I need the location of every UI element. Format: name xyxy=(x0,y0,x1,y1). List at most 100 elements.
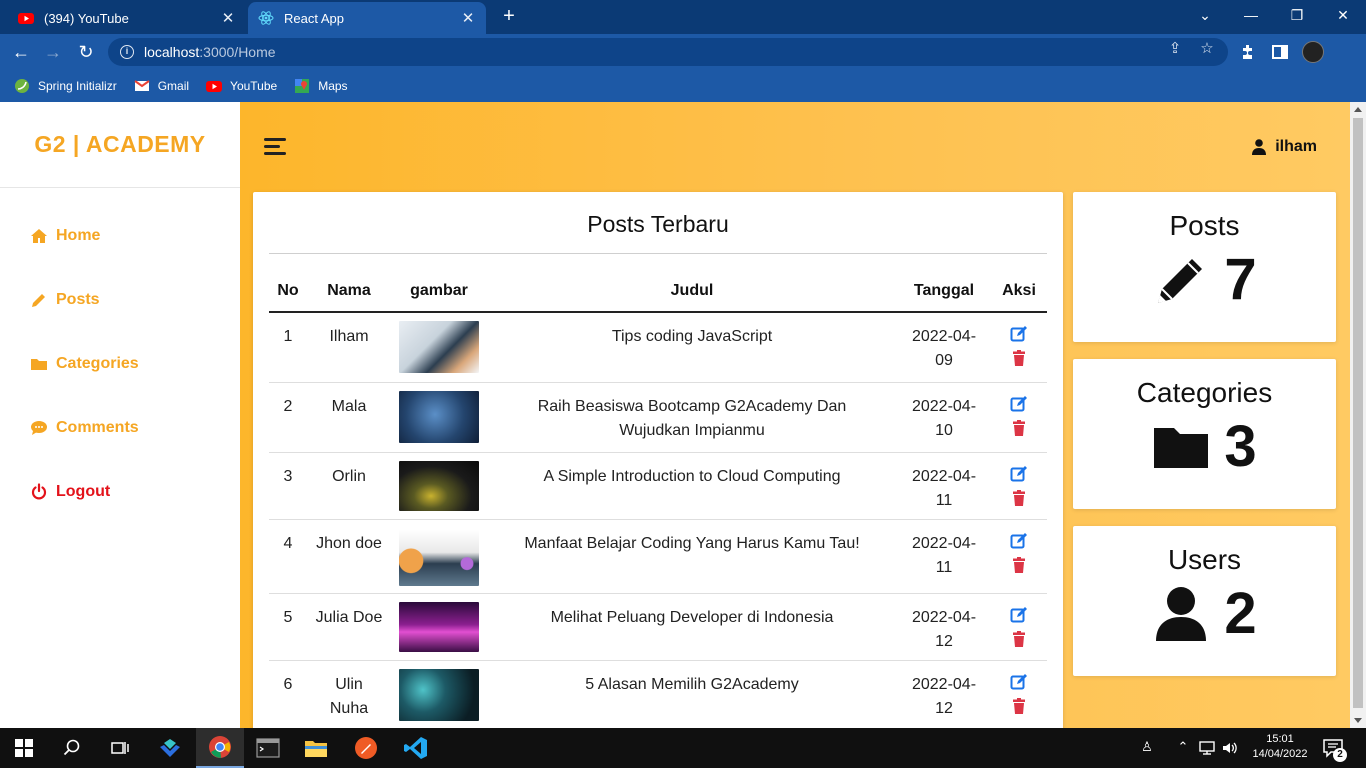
scrollbar-thumb[interactable] xyxy=(1353,118,1363,708)
system-clock[interactable]: 15:01 14/04/2022 xyxy=(1252,732,1308,762)
delete-icon[interactable] xyxy=(1010,697,1028,715)
forward-icon[interactable]: → xyxy=(42,41,64,63)
column-header: No xyxy=(269,270,307,313)
taskbar: ♙ ⌃ 15:01 14/04/2022 2 xyxy=(0,728,1366,768)
bookmark-label: Gmail xyxy=(157,79,190,93)
post-thumbnail[interactable] xyxy=(399,460,479,511)
tab-react-app[interactable]: React App ✕ xyxy=(248,2,486,34)
edit-icon[interactable] xyxy=(1010,673,1028,691)
minimize-icon[interactable]: — xyxy=(1236,4,1266,26)
sidebar-item-label: Logout xyxy=(56,483,111,500)
taskbar-file-explorer[interactable] xyxy=(292,728,340,768)
edit-icon[interactable] xyxy=(1010,606,1028,624)
delete-icon[interactable] xyxy=(1010,489,1028,507)
cell-no: 1 xyxy=(269,312,307,383)
post-thumbnail[interactable] xyxy=(399,529,479,586)
spring-icon xyxy=(15,79,29,93)
task-view-button[interactable] xyxy=(96,728,144,768)
edit-icon[interactable] xyxy=(1010,395,1028,413)
network-icon[interactable] xyxy=(1198,740,1216,756)
sidebar-item-comments[interactable]: Comments xyxy=(30,419,139,437)
user-icon xyxy=(1252,139,1267,155)
menu-toggle-icon[interactable] xyxy=(264,138,286,158)
youtube-icon xyxy=(18,13,34,24)
taskbar-app-1[interactable] xyxy=(146,728,194,768)
brand-logo[interactable]: G2 | ACADEMY xyxy=(0,102,240,188)
user-menu[interactable]: ilham xyxy=(1252,138,1317,156)
stat-value: 7 xyxy=(1224,247,1257,312)
sidebar-item-categories[interactable]: Categories xyxy=(30,355,139,373)
new-tab-button[interactable]: + xyxy=(498,5,520,27)
start-button[interactable] xyxy=(0,728,48,768)
side-panel-icon[interactable] xyxy=(1270,42,1290,62)
stat-label: Users xyxy=(1167,544,1242,575)
bookmark-star-icon[interactable]: ☆ xyxy=(1198,40,1216,58)
taskbar-chrome[interactable] xyxy=(196,728,244,768)
cell-aksi xyxy=(991,593,1047,661)
profile-avatar[interactable] xyxy=(1302,41,1324,63)
address-bar[interactable]: i localhost:3000/Home xyxy=(108,38,1228,66)
search-button[interactable] xyxy=(48,728,96,768)
close-icon[interactable]: ✕ xyxy=(220,9,236,27)
share-icon[interactable]: ⇪ xyxy=(1166,40,1184,58)
react-icon xyxy=(258,11,274,25)
chevron-up-icon[interactable]: ⌃ xyxy=(1174,739,1192,755)
url-path: :3000/Home xyxy=(199,44,276,60)
bookmark-label: Maps xyxy=(318,79,348,93)
volume-icon[interactable] xyxy=(1221,740,1239,756)
restore-icon[interactable]: ❐ xyxy=(1282,4,1312,26)
delete-icon[interactable] xyxy=(1010,556,1028,574)
cell-judul: Tips coding JavaScript xyxy=(487,312,897,383)
post-thumbnail[interactable] xyxy=(399,390,479,443)
delete-icon[interactable] xyxy=(1010,419,1028,437)
reload-icon[interactable]: ↻ xyxy=(75,41,97,63)
cell-gambar xyxy=(391,519,487,594)
sidebar-item-home[interactable]: Home xyxy=(30,227,100,245)
cell-tanggal: 2022-04-11 xyxy=(897,519,991,594)
cell-gambar xyxy=(391,452,487,520)
taskbar-vscode[interactable] xyxy=(392,728,440,768)
edit-icon[interactable] xyxy=(1010,532,1028,550)
post-thumbnail[interactable] xyxy=(399,668,479,721)
taskbar-terminal[interactable] xyxy=(244,728,292,768)
username: ilham xyxy=(1275,138,1317,155)
bookmark-youtube[interactable]: YouTube xyxy=(206,78,277,94)
stat-card-categories: Categories 3 xyxy=(1073,359,1336,509)
column-header: gambar xyxy=(391,270,487,313)
home-icon xyxy=(31,229,47,243)
extensions-icon[interactable] xyxy=(1238,42,1258,62)
bookmark-maps[interactable]: Maps xyxy=(294,78,348,94)
back-icon[interactable]: ← xyxy=(10,41,32,63)
post-thumbnail[interactable] xyxy=(399,601,479,652)
tab-search-icon[interactable]: ⌄ xyxy=(1190,4,1220,26)
bookmark-spring-initializr[interactable]: Spring Initializr xyxy=(14,78,117,94)
sidebar-item-label: Home xyxy=(56,227,101,244)
notification-count-badge: 2 xyxy=(1333,748,1347,762)
scroll-down-icon[interactable] xyxy=(1354,718,1362,723)
sidebar-item-logout[interactable]: Logout xyxy=(30,483,110,501)
cell-nama: Jhon doe xyxy=(307,519,391,594)
site-info-icon[interactable]: i xyxy=(120,45,134,59)
bookmark-gmail[interactable]: Gmail xyxy=(134,78,189,94)
browser-tab-bar: (394) YouTube ✕ React App ✕ + ⌄ — ❐ ✕ xyxy=(0,0,1366,34)
edit-icon[interactable] xyxy=(1010,465,1028,483)
close-icon[interactable]: ✕ xyxy=(460,9,476,27)
edit-icon[interactable] xyxy=(1010,325,1028,343)
cell-judul: A Simple Introduction to Cloud Computing xyxy=(487,452,897,520)
chrome-icon xyxy=(209,736,231,759)
browser-toolbar: ← → ↻ i localhost:3000/Home ⇪ ☆ xyxy=(0,34,1366,70)
tab-youtube[interactable]: (394) YouTube ✕ xyxy=(8,2,246,34)
delete-icon[interactable] xyxy=(1010,349,1028,367)
cell-tanggal: 2022-04-11 xyxy=(897,452,991,520)
scroll-up-icon[interactable] xyxy=(1354,107,1362,112)
window-close-icon[interactable]: ✕ xyxy=(1328,4,1358,26)
sidebar-item-posts[interactable]: Posts xyxy=(30,291,100,309)
user-icon xyxy=(1156,587,1207,641)
post-thumbnail[interactable] xyxy=(399,321,479,373)
pencil-icon xyxy=(1158,259,1203,303)
page-scrollbar[interactable] xyxy=(1350,102,1366,728)
delete-icon[interactable] xyxy=(1010,630,1028,648)
taskbar-postman[interactable] xyxy=(342,728,390,768)
people-icon[interactable]: ♙ xyxy=(1138,739,1156,755)
cell-aksi xyxy=(991,382,1047,453)
